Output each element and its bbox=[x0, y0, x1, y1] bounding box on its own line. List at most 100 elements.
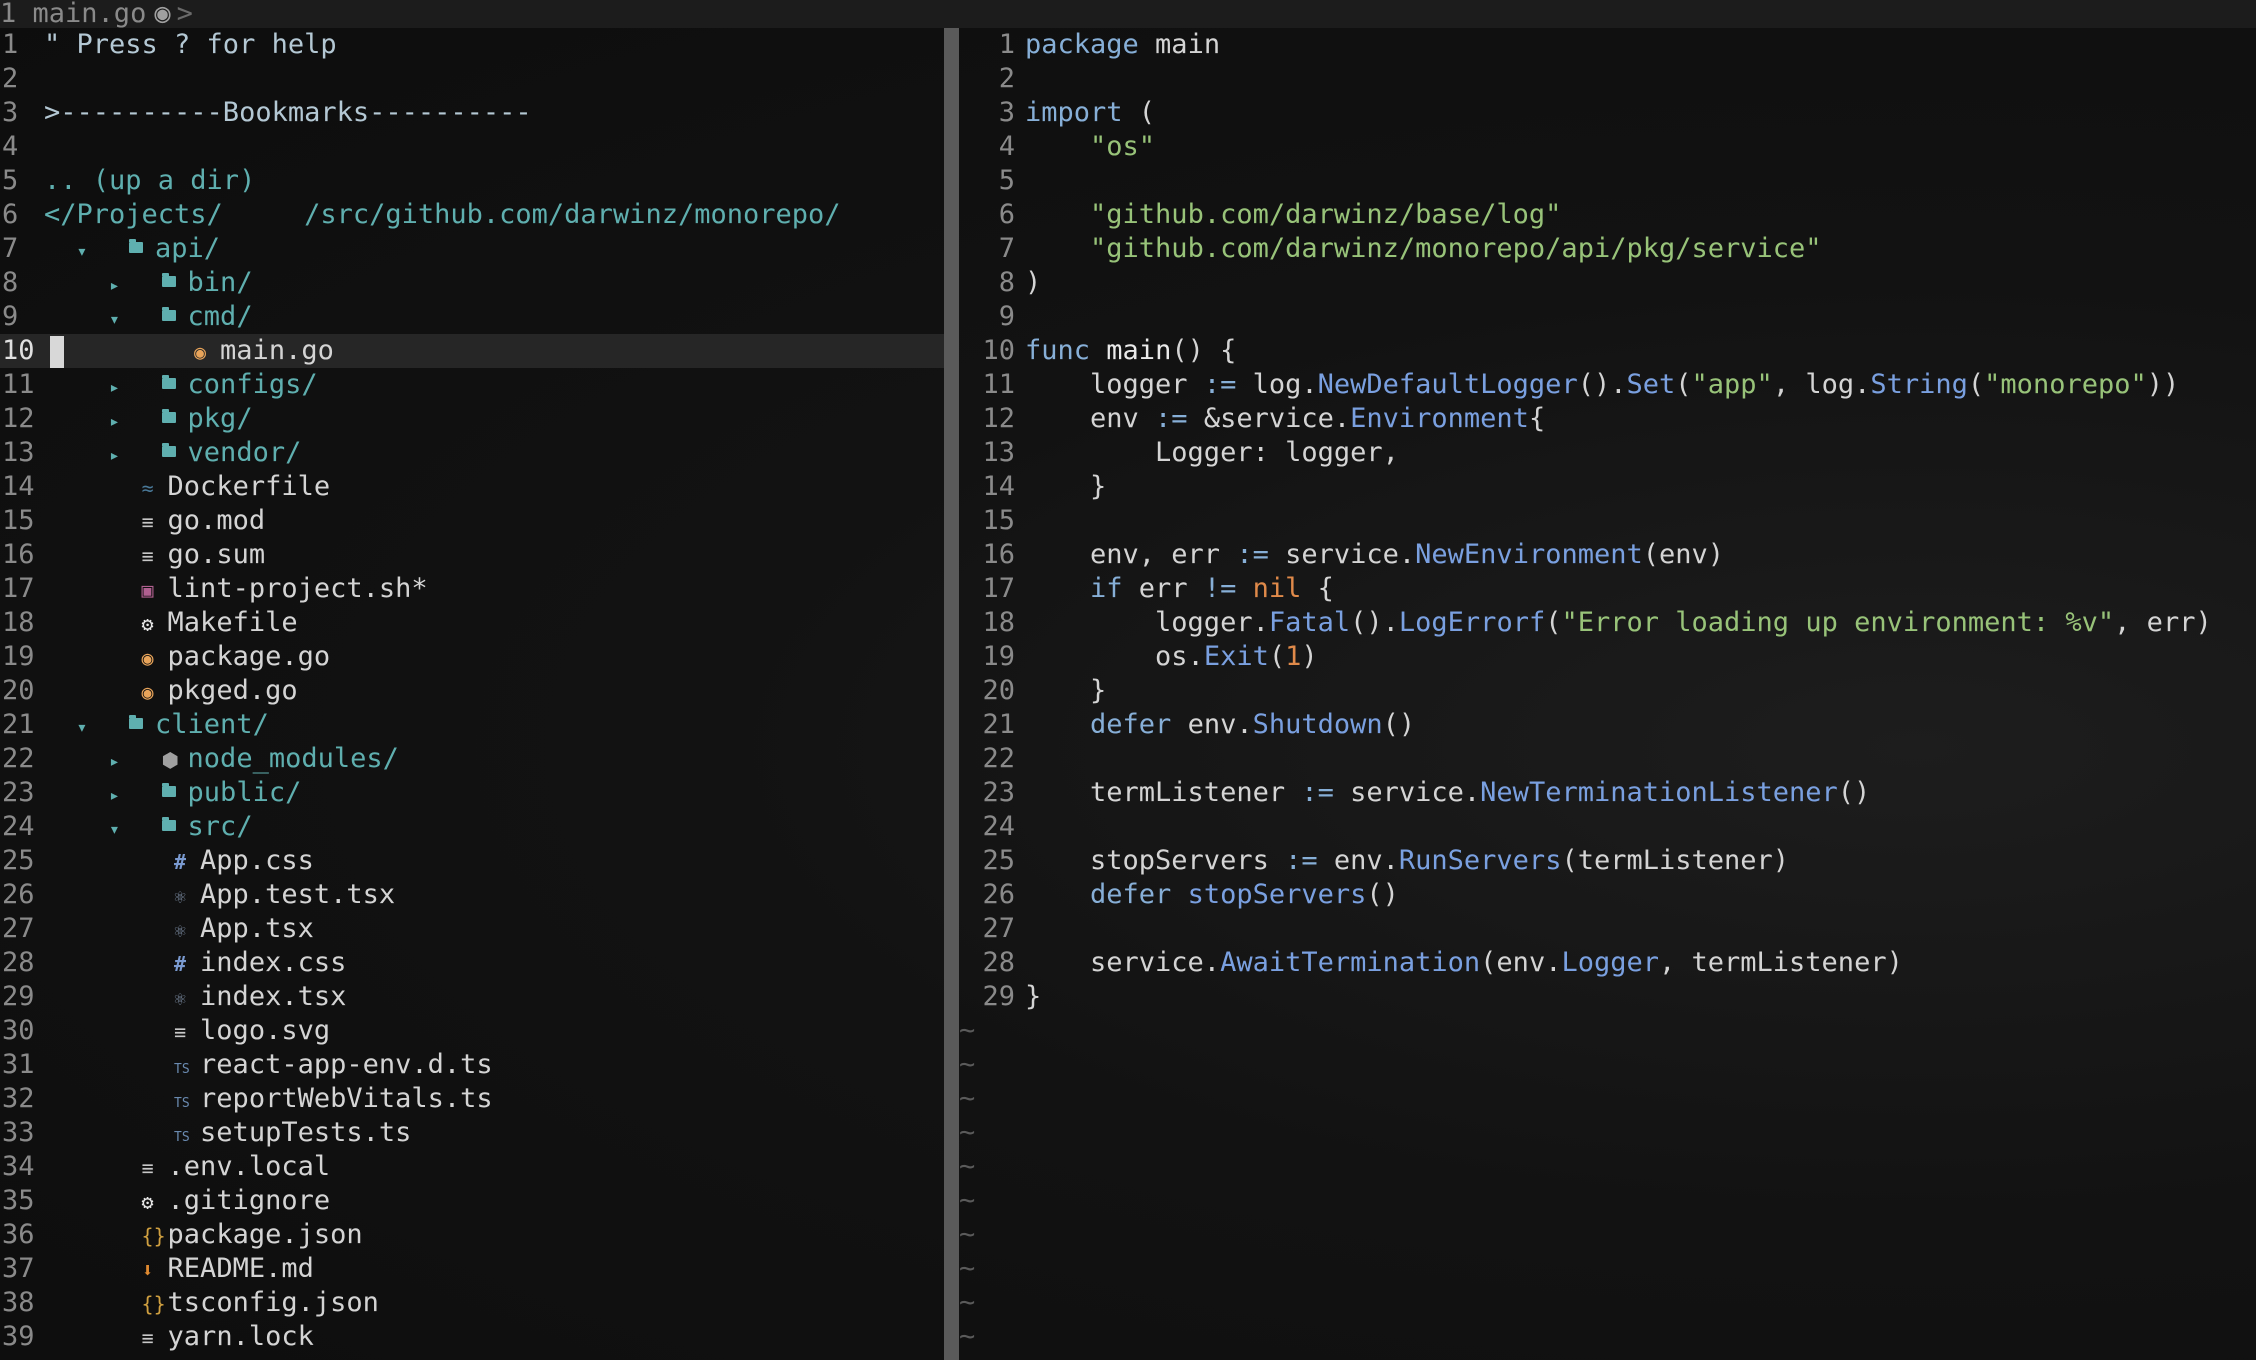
code-line[interactable]: 15 bbox=[959, 504, 2256, 538]
file-name[interactable]: .env.local bbox=[168, 1151, 331, 1182]
collapsed-arrow-icon[interactable]: ▸ bbox=[109, 371, 129, 405]
file-name[interactable]: lint-project.sh* bbox=[168, 573, 428, 604]
tree-row[interactable]: 3 >----------Bookmarks---------- bbox=[0, 96, 944, 130]
code-line[interactable]: 3 import ( bbox=[959, 96, 2256, 130]
code-line[interactable]: 5 bbox=[959, 164, 2256, 198]
tree-row[interactable]: 18 ⚙ Makefile bbox=[0, 606, 944, 640]
nerdtree-pane[interactable]: 1 " Press ? for help 2 3 >----------Bookmark… bbox=[0, 28, 944, 1360]
directory-name[interactable]: configs/ bbox=[188, 369, 318, 400]
code-line[interactable]: 7 "github.com/darwinz/monorepo/api/pkg/s… bbox=[959, 232, 2256, 266]
code-line[interactable]: 8) bbox=[959, 266, 2256, 300]
expanded-arrow-icon[interactable]: ▾ bbox=[109, 813, 129, 847]
file-name[interactable]: .gitignore bbox=[168, 1185, 331, 1216]
file-name[interactable]: package.go bbox=[168, 641, 331, 672]
code-line[interactable]: 16 env, err := service.NewEnvironment(en… bbox=[959, 538, 2256, 572]
code-line[interactable]: 9 bbox=[959, 300, 2256, 334]
tree-row[interactable]: 10 ◉ main.go bbox=[0, 334, 944, 368]
tree-row[interactable]: 38 {}tsconfig.json bbox=[0, 1286, 944, 1320]
code-line[interactable]: 12 env := &service.Environment{ bbox=[959, 402, 2256, 436]
code-line[interactable]: 14 } bbox=[959, 470, 2256, 504]
tree-row[interactable]: 11 ▸ configs/ bbox=[0, 368, 944, 402]
file-name[interactable]: App.tsx bbox=[200, 913, 314, 944]
tree-row[interactable]: 27 ⚛ App.tsx bbox=[0, 912, 944, 946]
tree-row[interactable]: 37 ⬇ README.md bbox=[0, 1252, 944, 1286]
code-line[interactable]: 18 logger.Fatal().LogErrorf("Error loadi… bbox=[959, 606, 2256, 640]
expanded-arrow-icon[interactable]: ▾ bbox=[77, 235, 97, 269]
directory-name[interactable]: pkg/ bbox=[188, 403, 253, 434]
file-name[interactable]: react-app-env.d.ts bbox=[200, 1049, 493, 1080]
tree-row[interactable]: 39 ≡ yarn.lock bbox=[0, 1320, 944, 1354]
tree-row[interactable]: 12 ▸ pkg/ bbox=[0, 402, 944, 436]
file-name[interactable]: index.tsx bbox=[200, 981, 346, 1012]
file-name[interactable]: setupTests.ts bbox=[200, 1117, 411, 1148]
tab-title[interactable]: main.go bbox=[33, 0, 147, 28]
tree-row[interactable]: 32 TS reportWebVitals.ts bbox=[0, 1082, 944, 1116]
tree-row[interactable]: 6 </Projects/ /src/github.com/darwinz/mon… bbox=[0, 198, 944, 232]
tree-row[interactable]: 23 ▸ public/ bbox=[0, 776, 944, 810]
directory-name[interactable]: client/ bbox=[155, 709, 269, 740]
directory-name[interactable]: node_modules/ bbox=[188, 743, 399, 774]
code-line[interactable]: 21 defer env.Shutdown() bbox=[959, 708, 2256, 742]
code-line[interactable]: 11 logger := log.NewDefaultLogger().Set(… bbox=[959, 368, 2256, 402]
tree-row[interactable]: 28 # index.css bbox=[0, 946, 944, 980]
directory-name[interactable]: vendor/ bbox=[188, 437, 302, 468]
tree-row[interactable]: 15 ≡ go.mod bbox=[0, 504, 944, 538]
directory-name[interactable]: bin/ bbox=[188, 267, 253, 298]
file-name[interactable]: App.css bbox=[200, 845, 314, 876]
file-name[interactable]: Makefile bbox=[168, 607, 298, 638]
code-line[interactable]: 29} bbox=[959, 980, 2256, 1014]
collapsed-arrow-icon[interactable]: ▸ bbox=[109, 745, 129, 779]
collapsed-arrow-icon[interactable]: ▸ bbox=[109, 779, 129, 813]
file-name[interactable]: Dockerfile bbox=[168, 471, 331, 502]
tree-row[interactable]: 2 bbox=[0, 62, 944, 96]
tab-number[interactable]: 1 bbox=[0, 0, 16, 28]
tree-row[interactable]: 19 ◉ package.go bbox=[0, 640, 944, 674]
code-line[interactable]: 26 defer stopServers() bbox=[959, 878, 2256, 912]
file-name[interactable]: tsconfig.json bbox=[168, 1287, 379, 1318]
file-name[interactable]: yarn.lock bbox=[168, 1321, 314, 1352]
tree-row[interactable]: 4 bbox=[0, 130, 944, 164]
code-line[interactable]: 27 bbox=[959, 912, 2256, 946]
expanded-arrow-icon[interactable]: ▾ bbox=[109, 303, 129, 337]
code-line[interactable]: 1 package main bbox=[959, 28, 2256, 62]
directory-name[interactable]: src/ bbox=[188, 811, 253, 842]
up-dir-link[interactable]: .. (up a dir) bbox=[44, 165, 255, 196]
tree-row[interactable]: 26 ⚛ App.test.tsx bbox=[0, 878, 944, 912]
code-line[interactable]: 2 bbox=[959, 62, 2256, 96]
file-name[interactable]: pkged.go bbox=[168, 675, 298, 706]
tree-row[interactable]: 34 ≡ .env.local bbox=[0, 1150, 944, 1184]
code-line[interactable]: 4 "os" bbox=[959, 130, 2256, 164]
tree-row[interactable]: 1 " Press ? for help bbox=[0, 28, 944, 62]
bookmarks-header[interactable]: >----------Bookmarks---------- bbox=[44, 97, 532, 128]
code-line[interactable]: 28 service.AwaitTermination(env.Logger, … bbox=[959, 946, 2256, 980]
tree-row[interactable]: 7 ▾ api/ bbox=[0, 232, 944, 266]
file-name[interactable]: index.css bbox=[200, 947, 346, 978]
tree-row[interactable]: 13 ▸ vendor/ bbox=[0, 436, 944, 470]
code-line[interactable]: 6 "github.com/darwinz/base/log" bbox=[959, 198, 2256, 232]
code-line[interactable]: 22 bbox=[959, 742, 2256, 776]
tree-row[interactable]: 21 ▾ client/ bbox=[0, 708, 944, 742]
code-line[interactable]: 19 os.Exit(1) bbox=[959, 640, 2256, 674]
tree-row[interactable]: 31 TS react-app-env.d.ts bbox=[0, 1048, 944, 1082]
file-name[interactable]: package.json bbox=[168, 1219, 363, 1250]
code-line[interactable]: 24 bbox=[959, 810, 2256, 844]
tree-row[interactable]: 35 ⚙ .gitignore bbox=[0, 1184, 944, 1218]
tree-row[interactable]: 33 TS setupTests.ts bbox=[0, 1116, 944, 1150]
tree-row[interactable]: 5 .. (up a dir) bbox=[0, 164, 944, 198]
file-name[interactable]: README.md bbox=[168, 1253, 314, 1284]
tree-row[interactable]: 20 ◉ pkged.go bbox=[0, 674, 944, 708]
file-name[interactable]: main.go bbox=[220, 335, 334, 366]
code-line[interactable]: 13 Logger: logger, bbox=[959, 436, 2256, 470]
directory-name[interactable]: api/ bbox=[155, 233, 220, 264]
code-line[interactable]: 17 if err != nil { bbox=[959, 572, 2256, 606]
directory-name[interactable]: public/ bbox=[188, 777, 302, 808]
tree-row[interactable]: 9 ▾ cmd/ bbox=[0, 300, 944, 334]
code-line[interactable]: 10 func main() { bbox=[959, 334, 2256, 368]
tree-row[interactable]: 30 ≡ logo.svg bbox=[0, 1014, 944, 1048]
tree-row[interactable]: 22 ▸ ⬢ node_modules/ bbox=[0, 742, 944, 776]
code-line[interactable]: 23 termListener := service.NewTerminatio… bbox=[959, 776, 2256, 810]
tree-row[interactable]: 17 ▣ lint-project.sh* bbox=[0, 572, 944, 606]
file-name[interactable]: logo.svg bbox=[200, 1015, 330, 1046]
tree-row[interactable]: 24 ▾ src/ bbox=[0, 810, 944, 844]
expanded-arrow-icon[interactable]: ▾ bbox=[77, 711, 97, 745]
